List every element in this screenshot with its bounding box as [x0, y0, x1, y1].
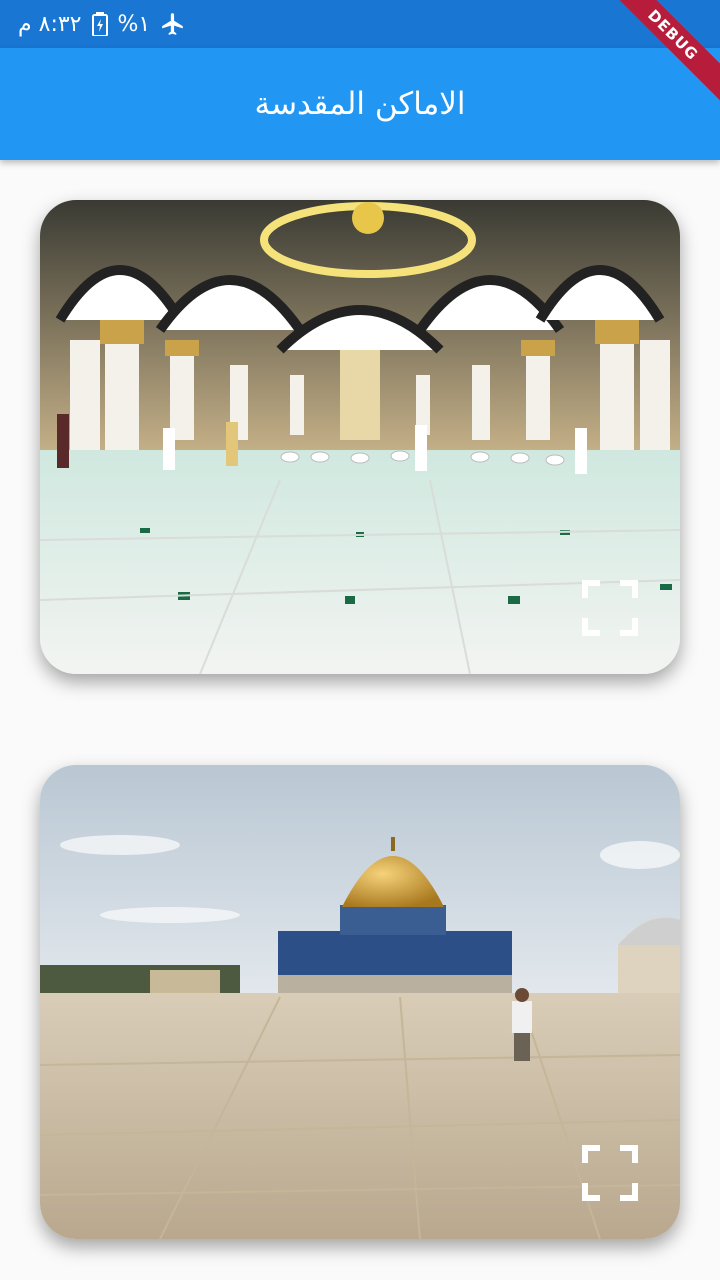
battery-percent: %١ — [117, 11, 151, 37]
fullscreen-icon[interactable] — [582, 580, 638, 636]
page-title: الاماكن المقدسة — [254, 86, 466, 122]
mosque-interior-card[interactable] — [40, 200, 680, 674]
app-bar: الاماكن المقدسة — [0, 48, 720, 160]
battery-icon — [91, 12, 108, 36]
status-indicators: ٨:٣٢ م %١ — [18, 9, 186, 39]
status-time: ٨:٣٢ م — [18, 11, 82, 37]
fullscreen-icon[interactable] — [582, 1145, 638, 1201]
dome-of-the-rock-card[interactable] — [40, 765, 680, 1239]
airplane-mode-icon — [162, 13, 183, 35]
status-bar: ٨:٣٢ م %١ — [0, 0, 720, 48]
